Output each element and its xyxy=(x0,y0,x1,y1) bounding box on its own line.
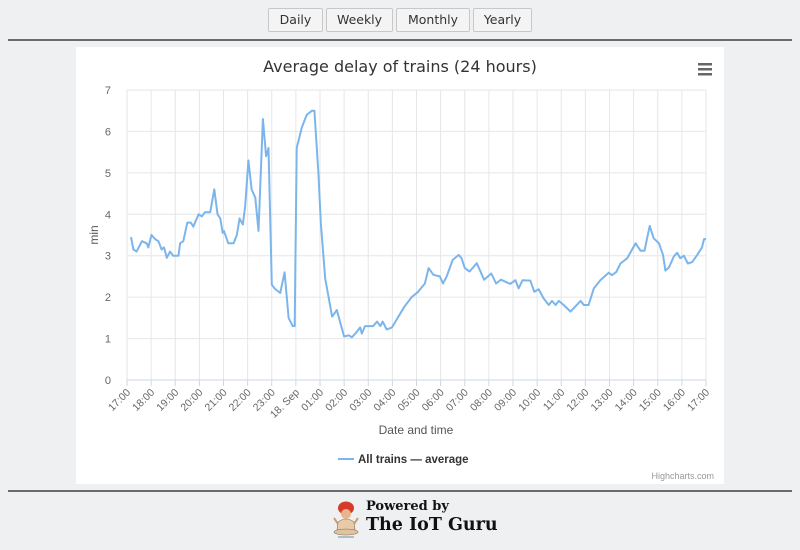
x-tick-label: 08:00 xyxy=(468,387,495,414)
x-tick-label: 03:00 xyxy=(347,387,374,414)
x-tick-label: 15:00 xyxy=(637,387,664,414)
x-tick-label: 16:00 xyxy=(661,387,688,414)
y-tick-label: 0 xyxy=(105,375,111,387)
y-tick-label: 1 xyxy=(105,334,111,346)
x-tick-label: 13:00 xyxy=(589,387,616,414)
x-tick-label: 11:00 xyxy=(541,387,568,414)
line-chart: Average delay of trains (24 hours) min D… xyxy=(87,57,714,481)
y-tick-label: 6 xyxy=(105,126,111,138)
yearly-button[interactable]: Yearly xyxy=(473,8,532,32)
x-tick-label: 21:00 xyxy=(203,387,230,414)
x-tick-label: 02:00 xyxy=(323,387,350,414)
x-tick-label: 18:00 xyxy=(130,387,157,414)
hamburger-menu-icon[interactable] xyxy=(696,62,714,78)
legend-label: All trains — average xyxy=(358,454,469,466)
footer-branding: Powered by The IoT Guru xyxy=(328,496,498,540)
x-tick-label: 05:00 xyxy=(396,387,423,414)
chart-container: Average delay of trains (24 hours) min D… xyxy=(76,47,724,484)
x-tick-label: 06:00 xyxy=(420,387,447,414)
y-tick-label: 4 xyxy=(105,209,111,221)
x-tick-label: 19:00 xyxy=(154,387,181,414)
x-tick-label: 04:00 xyxy=(371,387,398,414)
daily-button[interactable]: Daily xyxy=(268,8,323,32)
x-axis-title: Date and time xyxy=(379,423,454,437)
y-tick-label: 2 xyxy=(105,292,111,304)
guru-logo-icon xyxy=(333,501,359,538)
series-line-all-trains-average[interactable] xyxy=(130,109,706,339)
x-tick-label: 17:00 xyxy=(106,387,133,414)
x-tick-label: 01:00 xyxy=(299,387,326,414)
y-tick-label: 5 xyxy=(105,168,111,180)
x-tick-label: 17:00 xyxy=(685,387,712,414)
period-selector: Daily Weekly Monthly Yearly xyxy=(0,8,800,32)
x-tick-label: 07:00 xyxy=(444,387,471,414)
legend-item[interactable]: All trains — average xyxy=(338,454,469,466)
x-tick-label: 20:00 xyxy=(178,387,205,414)
weekly-button[interactable]: Weekly xyxy=(326,8,393,32)
bottom-divider xyxy=(8,490,792,492)
top-divider xyxy=(8,39,792,41)
credits-link[interactable]: Highcharts.com xyxy=(651,471,714,481)
brand-name: The IoT Guru xyxy=(366,515,498,535)
x-tick-label: 10:00 xyxy=(516,387,543,414)
y-axis-title: min xyxy=(87,225,101,244)
y-tick-label: 3 xyxy=(105,251,111,263)
chart-title: Average delay of trains (24 hours) xyxy=(263,57,537,76)
x-tick-label: 12:00 xyxy=(564,387,591,414)
monthly-button[interactable]: Monthly xyxy=(396,8,470,32)
x-tick-label: 14:00 xyxy=(613,387,640,414)
powered-by-text: Powered by xyxy=(366,499,449,514)
x-tick-label: 22:00 xyxy=(227,387,254,414)
x-tick-label: 09:00 xyxy=(492,387,519,414)
y-tick-label: 7 xyxy=(105,85,111,97)
